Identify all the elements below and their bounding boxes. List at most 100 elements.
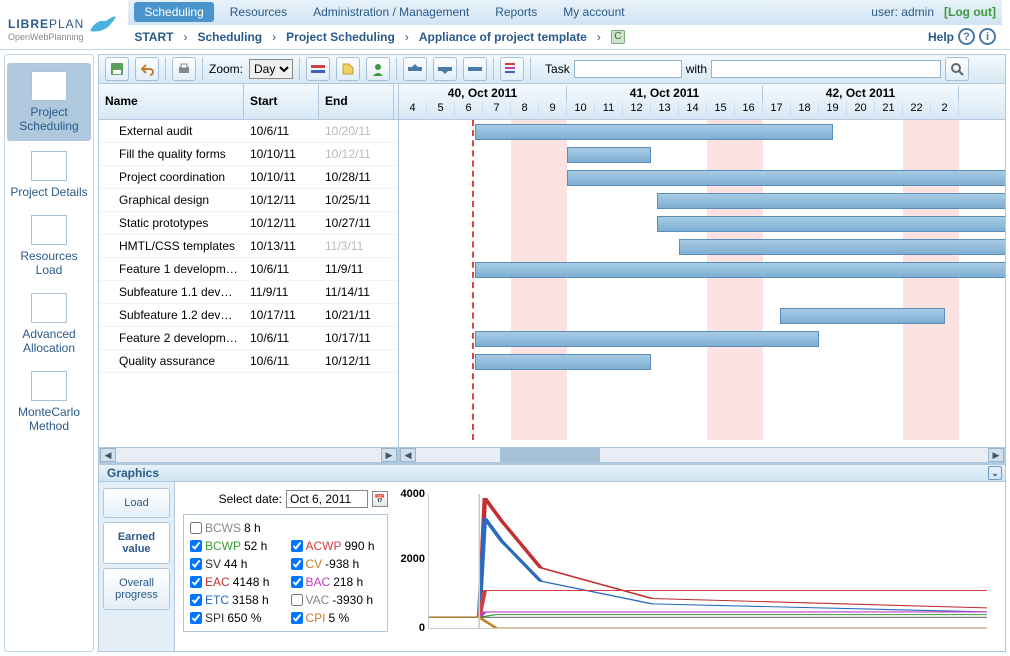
person-icon[interactable] <box>366 57 390 81</box>
logout-link[interactable]: [Log out] <box>944 5 996 19</box>
menu-tab[interactable]: Scheduling <box>134 2 213 22</box>
table-row[interactable]: Project coordination10/10/1110/28/11 <box>99 166 398 189</box>
graphics-header[interactable]: Graphics ⌄ <box>98 464 1006 482</box>
gantt-bar[interactable] <box>679 239 1005 255</box>
print-icon[interactable] <box>172 57 196 81</box>
gantt-bar[interactable] <box>657 216 1005 232</box>
sidenav-item[interactable]: Resources Load <box>5 207 93 285</box>
menu-tab[interactable]: My account <box>553 2 634 22</box>
menu-tab[interactable]: Administration / Management <box>303 2 479 22</box>
table-row[interactable]: Quality assurance10/6/1110/12/11 <box>99 350 398 373</box>
zoom-select[interactable]: Day <box>249 59 293 79</box>
ev-checkbox[interactable] <box>291 576 303 588</box>
undo-icon[interactable] <box>135 57 159 81</box>
day-header: 22 <box>903 102 931 120</box>
day-header: 17 <box>763 102 791 120</box>
gantt-bar[interactable] <box>780 308 945 324</box>
search-icon[interactable] <box>945 57 969 81</box>
table-row[interactable]: External audit10/6/1110/20/11 <box>99 120 398 143</box>
menu-tab[interactable]: Reports <box>485 2 547 22</box>
ev-checkbox[interactable] <box>190 558 202 570</box>
ev-checkbox[interactable] <box>291 558 303 570</box>
scroll-right-icon[interactable]: ▶ <box>381 448 397 462</box>
crumb-link[interactable]: Scheduling <box>197 30 262 44</box>
gantt-bar[interactable] <box>475 331 819 347</box>
sidenav-item[interactable]: Project Details <box>5 143 93 207</box>
crumb-start[interactable]: START <box>134 30 173 44</box>
table-row[interactable]: Subfeature 1.1 development11/9/1111/14/1… <box>99 281 398 304</box>
scroll-right-icon[interactable]: ▶ <box>988 448 1004 462</box>
day-header: 19 <box>819 102 847 120</box>
crumb-link[interactable]: Appliance of project template <box>419 30 587 44</box>
help-icon[interactable]: ? <box>958 28 975 45</box>
ev-checkbox[interactable] <box>190 612 202 624</box>
sidenav-icon <box>31 71 67 101</box>
task-input[interactable] <box>574 60 682 78</box>
day-header: 20 <box>847 102 875 120</box>
day-header: 10 <box>567 102 595 120</box>
crumb-flag[interactable]: C <box>611 30 625 44</box>
day-header: 15 <box>707 102 735 120</box>
ev-tab[interactable]: Overall progress <box>103 568 170 610</box>
ev-checkbox[interactable] <box>190 540 202 552</box>
gantt-bar[interactable] <box>567 147 651 163</box>
user-box: user: admin [Log out] <box>871 5 996 19</box>
table-row[interactable]: Feature 2 developmen10/6/1110/17/11 <box>99 327 398 350</box>
save-icon[interactable] <box>105 57 129 81</box>
ev-checkbox[interactable] <box>190 576 202 588</box>
collapse-icon[interactable] <box>433 57 457 81</box>
y-tick: 0 <box>399 622 425 634</box>
day-header: 18 <box>791 102 819 120</box>
day-header: 9 <box>539 102 567 120</box>
toolbar: Zoom: Day Task with <box>98 54 1006 84</box>
menu-tab[interactable]: Resources <box>220 2 297 22</box>
table-row[interactable]: Subfeature 1.2 development10/17/1110/21/… <box>99 304 398 327</box>
calendar-icon[interactable]: 📅 <box>372 491 388 507</box>
bars1-icon[interactable] <box>306 57 330 81</box>
ev-metric: ACWP 990 h <box>291 539 382 553</box>
weekend-col <box>511 120 539 440</box>
chevron-down-icon[interactable]: ⌄ <box>988 466 1002 480</box>
gantt-hscroll[interactable]: ◀ ▶ <box>399 447 1005 463</box>
ev-tab[interactable]: Load <box>103 488 170 518</box>
with-input[interactable] <box>711 60 941 78</box>
gantt-chart[interactable]: 40, Oct 201141, Oct 201142, Oct 20114567… <box>399 84 1005 463</box>
table-row[interactable]: Graphical design10/12/1110/25/11 <box>99 189 398 212</box>
ev-checkbox[interactable] <box>291 540 303 552</box>
ev-checkbox[interactable] <box>291 594 303 606</box>
level-icon[interactable] <box>463 57 487 81</box>
sidenav-icon <box>31 293 67 323</box>
table-row[interactable]: Static prototypes10/12/1110/27/11 <box>99 212 398 235</box>
gantt-bar[interactable] <box>475 354 651 370</box>
ev-checkbox[interactable] <box>291 612 303 624</box>
multi-bars-icon[interactable] <box>500 57 524 81</box>
tag-icon[interactable] <box>336 57 360 81</box>
sidenav-item[interactable]: Advanced Allocation <box>5 285 93 363</box>
table-row[interactable]: Fill the quality forms10/10/1110/12/11 <box>99 143 398 166</box>
crumb-link[interactable]: Project Scheduling <box>286 30 395 44</box>
scroll-thumb[interactable] <box>500 448 600 462</box>
weekend-col <box>903 120 931 440</box>
ev-metric: BAC 218 h <box>291 575 382 589</box>
expand-icon[interactable] <box>403 57 427 81</box>
gantt-bar[interactable] <box>657 193 1005 209</box>
table-row[interactable]: Feature 1 development10/6/1111/9/11 <box>99 258 398 281</box>
table-row[interactable]: HMTL/CSS templates10/13/1111/3/11 <box>99 235 398 258</box>
sidenav-item[interactable]: MonteCarlo Method <box>5 363 93 441</box>
table-hscroll[interactable]: ◀ ▶ <box>99 447 398 463</box>
ev-checkbox[interactable] <box>190 522 202 534</box>
gantt-bar[interactable] <box>567 170 1005 186</box>
date-input[interactable] <box>286 490 368 508</box>
scroll-left-icon[interactable]: ◀ <box>400 448 416 462</box>
gantt-bar[interactable] <box>475 262 1005 278</box>
ev-checkbox[interactable] <box>190 594 202 606</box>
sidenav-item[interactable]: Project Scheduling <box>7 63 91 141</box>
col-start[interactable]: Start <box>244 84 319 119</box>
scroll-left-icon[interactable]: ◀ <box>100 448 116 462</box>
col-name[interactable]: Name <box>99 84 244 119</box>
col-end[interactable]: End <box>319 84 394 119</box>
ev-tab[interactable]: Earned value <box>103 522 170 564</box>
info-icon[interactable]: i <box>979 28 996 45</box>
gantt-bar[interactable] <box>475 124 833 140</box>
weekend-col <box>707 120 735 440</box>
